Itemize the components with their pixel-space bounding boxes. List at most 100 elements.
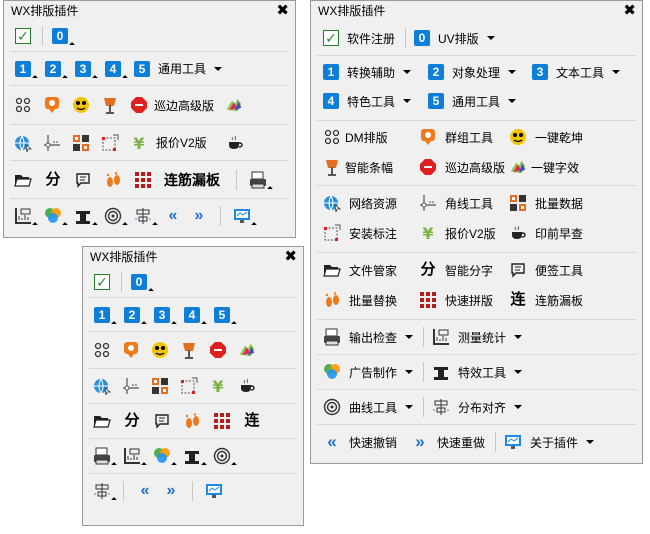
distribute-align-menu[interactable]: 分布对齐	[432, 398, 523, 416]
register-button[interactable]: ✓	[14, 27, 32, 45]
fast-puzzle-button[interactable]: 快速拼版	[419, 291, 509, 309]
patrol-advanced-button[interactable]: 巡边高级版	[419, 158, 509, 176]
output-check-button[interactable]	[93, 447, 111, 465]
quote-v2-button[interactable]: ¥ 报价V2版	[419, 224, 509, 242]
one-click-icon[interactable]	[72, 96, 90, 114]
corner-line-button[interactable]: 角线工具	[419, 194, 509, 212]
batch-data-icon[interactable]	[72, 134, 90, 152]
about-plugin-menu[interactable]: 关于插件	[504, 433, 595, 451]
network-resource-icon[interactable]	[93, 377, 111, 395]
distribute-align-button[interactable]	[93, 482, 111, 500]
curve-tools-button[interactable]	[104, 207, 122, 225]
output-check-button[interactable]	[249, 171, 267, 189]
fast-redo-button[interactable]: » 快速重做	[411, 433, 485, 451]
object-process-button[interactable]: 2	[123, 306, 141, 324]
general-tools-button[interactable]: 5	[213, 306, 231, 324]
effect-tools-button[interactable]	[183, 447, 201, 465]
batch-data-icon[interactable]	[151, 377, 169, 395]
output-check-menu[interactable]: 输出检查	[323, 328, 414, 346]
word-effect-icon[interactable]	[238, 341, 256, 359]
object-process-menu[interactable]: 2 对象处理	[428, 64, 532, 81]
curve-tools-menu[interactable]: 曲线工具	[323, 398, 414, 416]
measure-stats-menu[interactable]: 测量统计	[432, 328, 523, 346]
note-icon[interactable]	[74, 171, 92, 189]
note-icon[interactable]	[153, 412, 171, 430]
general-tools-menu[interactable]: 5 通用工具	[134, 60, 223, 77]
steel-leak-button[interactable]: 连筋漏板	[164, 170, 220, 190]
ad-make-button[interactable]	[44, 207, 62, 225]
general-tools-menu[interactable]: 5 通用工具	[428, 93, 517, 110]
steel-leak-icon[interactable]: 连	[243, 412, 261, 430]
word-effect-icon[interactable]	[225, 96, 243, 114]
effect-tools-menu[interactable]: 特效工具	[432, 363, 523, 381]
corner-line-icon[interactable]	[43, 134, 61, 152]
special-tools-button[interactable]: 4	[104, 60, 122, 78]
file-manager-button[interactable]: 文件管家	[323, 261, 419, 279]
install-mark-icon[interactable]	[180, 377, 198, 395]
special-tools-button[interactable]: 4	[183, 306, 201, 324]
one-click-icon[interactable]	[151, 341, 169, 359]
network-resource-icon[interactable]	[14, 134, 32, 152]
prepress-check-button[interactable]: 印前早查	[509, 224, 583, 242]
corner-line-icon[interactable]	[122, 377, 140, 395]
coffee-icon[interactable]	[238, 377, 256, 395]
about-plugin-button[interactable]	[233, 207, 251, 225]
word-effect-button[interactable]: 一键字效	[509, 158, 579, 176]
money-icon[interactable]: ¥	[209, 377, 227, 395]
coffee-icon[interactable]	[226, 134, 244, 152]
ad-make-menu[interactable]: 广告制作	[323, 363, 414, 381]
dm-layout-icon[interactable]	[14, 96, 32, 114]
batch-replace-icon[interactable]	[183, 412, 201, 430]
close-button[interactable]: ✖	[276, 1, 289, 20]
measure-stats-button[interactable]	[14, 207, 32, 225]
redo-icon[interactable]: »	[190, 207, 208, 225]
folder-icon[interactable]	[14, 171, 32, 189]
measure-stats-button[interactable]	[123, 447, 141, 465]
smart-split-button[interactable]: 分智能分字	[419, 261, 509, 279]
note-tools-button[interactable]: 便签工具	[509, 261, 583, 279]
undo-icon[interactable]: «	[164, 207, 182, 225]
patrol-advanced-button[interactable]: 巡边高级版	[130, 96, 214, 114]
dm-layout-button[interactable]: DM排版	[323, 128, 419, 146]
uv-layout-button[interactable]: 0	[51, 27, 69, 45]
fast-puzzle-icon[interactable]	[213, 412, 231, 430]
special-tools-menu[interactable]: 4 特色工具	[323, 93, 428, 110]
fast-puzzle-icon[interactable]	[134, 171, 152, 189]
smart-split-icon[interactable]: 分	[123, 412, 141, 430]
effect-tools-button[interactable]	[74, 207, 92, 225]
network-resource-button[interactable]: 网络资源	[323, 194, 419, 212]
convert-assist-button[interactable]: 1	[93, 306, 111, 324]
batch-replace-button[interactable]: 批量替换	[323, 291, 419, 309]
smart-banner-icon[interactable]	[180, 341, 198, 359]
curve-tools-button[interactable]	[213, 447, 231, 465]
dm-layout-icon[interactable]	[93, 341, 111, 359]
install-mark-icon[interactable]	[101, 134, 119, 152]
group-tools-icon[interactable]	[122, 341, 140, 359]
install-mark-button[interactable]: 安装标注	[323, 224, 419, 242]
register-button[interactable]: ✓	[93, 273, 111, 291]
ad-make-button[interactable]	[153, 447, 171, 465]
quote-v2-button[interactable]: ¥ 报价V2版	[130, 134, 206, 152]
stop-sign-icon[interactable]	[209, 341, 227, 359]
batch-replace-icon[interactable]	[104, 171, 122, 189]
smart-banner-icon[interactable]	[101, 96, 119, 114]
about-plugin-icon[interactable]	[205, 482, 223, 500]
distribute-align-button[interactable]	[134, 207, 152, 225]
batch-data-button[interactable]: 批量数据	[509, 194, 583, 212]
text-tools-button[interactable]: 3	[74, 60, 92, 78]
text-tools-menu[interactable]: 3 文本工具	[532, 64, 621, 81]
close-button[interactable]: ✖	[284, 247, 297, 266]
text-tools-button[interactable]: 3	[153, 306, 171, 324]
group-tools-button[interactable]: 群组工具	[419, 128, 509, 146]
group-tools-icon[interactable]	[43, 96, 61, 114]
convert-assist-button[interactable]: 1	[14, 60, 32, 78]
folder-icon[interactable]	[93, 412, 111, 430]
uv-layout-menu[interactable]: 0 UV排版	[414, 30, 495, 47]
redo-icon[interactable]: »	[162, 482, 180, 500]
one-click-button[interactable]: 一键乾坤	[509, 128, 583, 146]
close-button[interactable]: ✖	[623, 1, 636, 20]
smart-split-icon[interactable]: 分	[44, 171, 62, 189]
steel-leak-button[interactable]: 连连筋漏板	[509, 291, 583, 309]
undo-icon[interactable]: «	[136, 482, 154, 500]
register-button[interactable]: ✓ 软件注册	[323, 30, 395, 47]
